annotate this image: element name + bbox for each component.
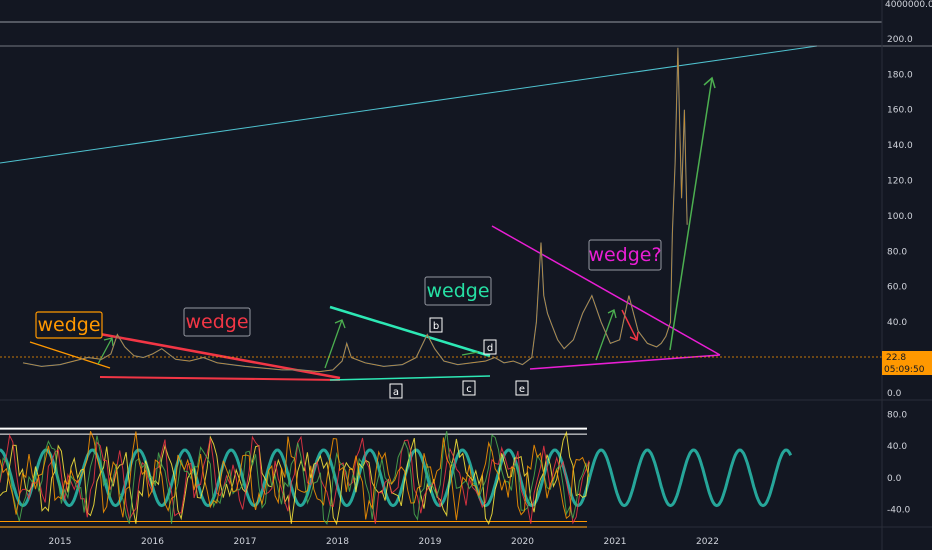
price-axis-tick: 160.0 xyxy=(887,106,913,116)
time-axis-tick: 2021 xyxy=(604,537,627,547)
marker-b[interactable]: b xyxy=(429,317,443,333)
orange-wedge-upper-line[interactable] xyxy=(29,341,111,369)
green-arrow-2015[interactable] xyxy=(97,337,114,365)
price-axis-tick: 100.0 xyxy=(887,212,913,222)
time-axis-tick: 2019 xyxy=(419,537,442,547)
price-series-line xyxy=(22,47,688,373)
price-axis-tick: 180.0 xyxy=(887,70,913,80)
price-axis-tick: 80.0 xyxy=(887,247,907,257)
price-axis-tick: 60.0 xyxy=(887,283,907,293)
time-axis-tick: 2020 xyxy=(511,537,534,547)
red-wedge-lower-line[interactable] xyxy=(99,376,341,381)
marker-e-text: e xyxy=(519,384,525,395)
time-axis-tick: 2022 xyxy=(696,537,719,547)
green-arrow-2019[interactable] xyxy=(461,351,479,356)
wedge-label-orange[interactable]: wedge xyxy=(35,311,103,339)
wedge-label-teal[interactable]: wedge xyxy=(424,276,492,306)
wedge-label-red[interactable]: wedge xyxy=(183,307,251,337)
teal-wedge-lower-line[interactable] xyxy=(329,375,491,381)
current-price-tag: 22.8 05:09:50 xyxy=(882,351,932,375)
wedge-label-teal-text: wedge xyxy=(426,280,489,302)
marker-b-text: b xyxy=(433,321,439,332)
price-axis-tick: 0.0 xyxy=(887,389,902,399)
marker-a-text: a xyxy=(393,387,399,398)
long-trendline[interactable] xyxy=(0,45,818,164)
marker-d[interactable]: d xyxy=(483,339,497,355)
oscillator-layer xyxy=(0,427,793,528)
oscillator-axis[interactable]: 80.0 40.0 0.0 -40.0 xyxy=(887,410,911,515)
price-series-layer xyxy=(22,47,688,373)
marker-c[interactable]: c xyxy=(462,380,476,396)
teal-wedge-upper-line[interactable] xyxy=(329,305,491,358)
oscillator-axis-tick: 80.0 xyxy=(887,410,907,420)
marker-d-text: d xyxy=(487,343,493,354)
oscillator-axis-tick: -40.0 xyxy=(887,506,911,516)
price-axis[interactable]: 200.0 180.0 160.0 140.0 120.0 100.0 80.0 60.0 40… xyxy=(885,0,932,399)
marker-e[interactable]: e xyxy=(515,380,529,396)
oscillator-axis-tick: 40.0 xyxy=(887,442,907,452)
price-axis-tick: 120.0 xyxy=(887,177,913,187)
price-series-ma xyxy=(22,47,688,373)
wedge-label-red-text: wedge xyxy=(185,311,248,333)
wedge-label-orange-text: wedge xyxy=(37,314,100,336)
wedge-label-magenta[interactable]: wedge? xyxy=(588,239,662,271)
time-axis-tick: 2017 xyxy=(234,537,257,547)
price-axis-tick: 140.0 xyxy=(887,141,913,151)
price-axis-tick-upper: 4000000.0 xyxy=(885,0,932,10)
chart-root: wedge wedge wedge wedge? a b c d e 200.0… xyxy=(0,0,932,550)
marker-a[interactable]: a xyxy=(389,383,403,399)
time-axis[interactable]: 2015 2016 2017 2018 2019 2020 2021 2022 xyxy=(49,537,719,547)
price-axis-tick: 200.0 xyxy=(887,35,913,45)
marker-c-text: c xyxy=(466,384,472,395)
current-price-value: 22.8 xyxy=(886,353,906,363)
time-axis-tick: 2018 xyxy=(326,537,349,547)
oscillator-axis-tick: 0.0 xyxy=(887,474,902,484)
wedge-label-magenta-text: wedge? xyxy=(588,244,661,266)
drawings-layer xyxy=(0,21,932,381)
time-axis-tick: 2016 xyxy=(141,537,164,547)
price-axis-tick: 40.0 xyxy=(887,318,907,328)
countdown-value: 05:09:50 xyxy=(884,365,925,375)
time-axis-tick: 2015 xyxy=(49,537,72,547)
